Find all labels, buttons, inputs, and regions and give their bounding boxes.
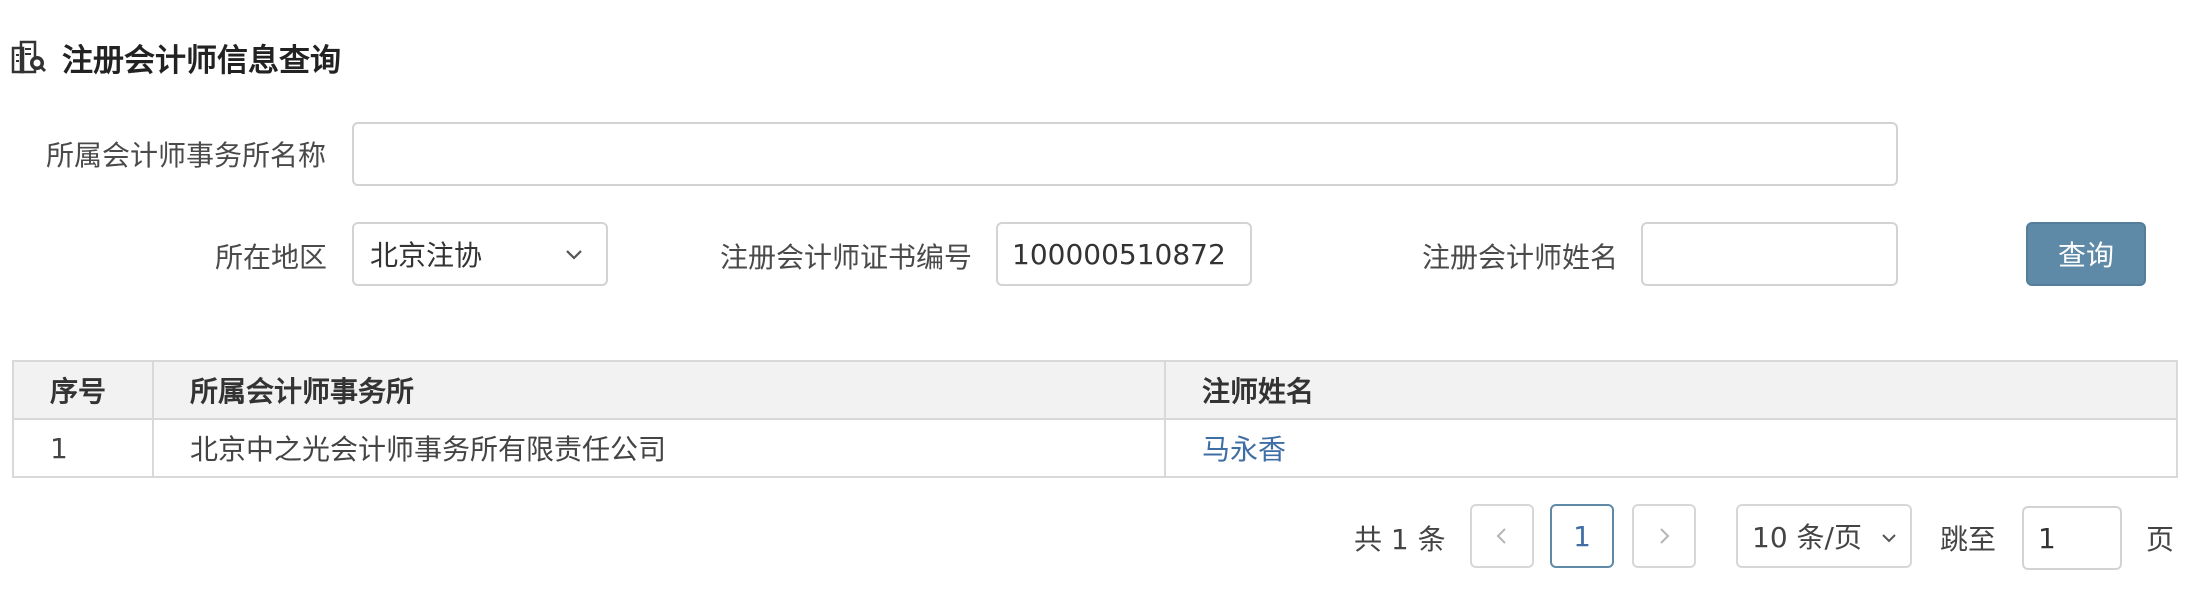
table-header-row: 序号 所属会计师事务所 注师姓名 xyxy=(12,360,2178,420)
page-unit-label: 页 xyxy=(2146,523,2175,556)
row-index: 1 xyxy=(12,418,154,478)
page-number-button[interactable]: 1 xyxy=(1550,504,1614,568)
query-button[interactable]: 查询 xyxy=(2026,222,2146,286)
cpa-name-input[interactable] xyxy=(1641,222,1898,286)
chevron-down-icon xyxy=(566,250,582,260)
firm-name-label: 所属会计师事务所名称 xyxy=(46,139,327,172)
row-cpa-name-link[interactable]: 马永香 xyxy=(1202,433,1286,466)
chevron-right-icon xyxy=(1660,528,1670,544)
table-row: 1 北京中之光会计师事务所有限责任公司 马永香 xyxy=(12,418,2178,478)
page-size-select[interactable]: 10 条/页 xyxy=(1736,504,1912,568)
jump-page-input[interactable] xyxy=(2022,506,2122,570)
pagination-total: 共 1 条 xyxy=(1354,523,1446,556)
jump-label: 跳至 xyxy=(1940,523,1997,556)
region-select-value: 北京注协 xyxy=(370,239,483,272)
page-size-value: 10 条/页 xyxy=(1752,521,1862,554)
chevron-down-icon xyxy=(1882,534,1896,543)
column-header-index: 序号 xyxy=(12,360,154,420)
region-select[interactable]: 北京注协 xyxy=(352,222,608,286)
cert-no-input[interactable] xyxy=(996,222,1252,286)
next-page-button[interactable] xyxy=(1632,504,1696,568)
chevron-left-icon xyxy=(1496,528,1506,544)
page-header: 注册会计师信息查询 xyxy=(10,34,341,80)
row-firm: 北京中之光会计师事务所有限责任公司 xyxy=(152,418,1166,478)
cpa-name-label: 注册会计师姓名 xyxy=(1422,241,1619,274)
region-label: 所在地区 xyxy=(215,241,328,274)
column-header-firm: 所属会计师事务所 xyxy=(152,360,1166,420)
firm-name-input[interactable] xyxy=(352,122,1898,186)
prev-page-button[interactable] xyxy=(1470,504,1534,568)
page-title: 注册会计师信息查询 xyxy=(62,42,341,79)
results-table: 序号 所属会计师事务所 注师姓名 1 北京中之光会计师事务所有限责任公司 马永香 xyxy=(12,360,2178,478)
column-header-name: 注师姓名 xyxy=(1164,360,2178,420)
building-search-icon xyxy=(11,40,47,74)
cert-no-label: 注册会计师证书编号 xyxy=(720,241,973,274)
